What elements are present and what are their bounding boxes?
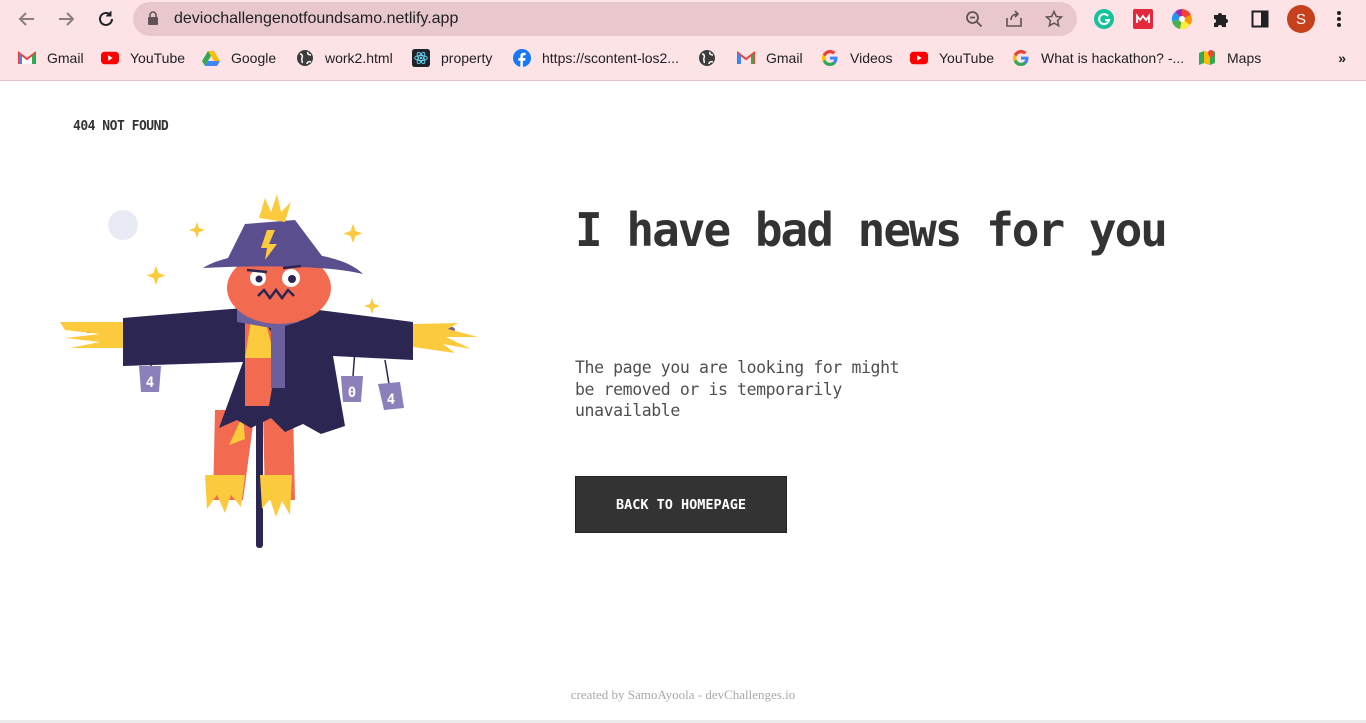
- google-icon: [1012, 49, 1029, 66]
- hanging-can-0: 0: [341, 349, 363, 402]
- side-panel-icon: [1251, 10, 1269, 28]
- bookmarks-bar: Gmail YouTube Google work2.html property…: [0, 38, 1366, 81]
- bookmark-google-drive[interactable]: Google: [202, 48, 276, 68]
- share-button[interactable]: [1004, 9, 1024, 29]
- can-label: 4: [387, 392, 395, 408]
- bookmark-label: What is hackathon? -...: [1041, 50, 1185, 66]
- arrow-left-icon: [18, 12, 34, 26]
- back-button[interactable]: [15, 7, 39, 31]
- brand-logo-text: 404 NOT FOUND: [73, 119, 169, 134]
- bookmark-label: work2.html: [325, 50, 393, 66]
- url-text: deviochallengenotfoundsamo.netlify.app: [174, 10, 459, 27]
- zoom-button[interactable]: [964, 9, 984, 29]
- bookmark-gmail-2[interactable]: Gmail: [737, 48, 803, 68]
- bookmark-label: property: [441, 50, 493, 66]
- mendeley-extension[interactable]: [1132, 8, 1154, 30]
- bookmark-maps[interactable]: Maps: [1198, 48, 1261, 68]
- mendeley-icon: [1133, 9, 1153, 29]
- page-headline: I have bad news for you: [575, 203, 1168, 257]
- can-label: 4: [146, 375, 154, 391]
- bookmark-label: Google: [231, 50, 277, 66]
- bookmark-label: YouTube: [130, 50, 186, 66]
- star-icon: [1045, 10, 1063, 28]
- bookmark-label: Maps: [1227, 50, 1262, 66]
- bookmark-gmail[interactable]: Gmail: [18, 48, 84, 68]
- grammarly-icon: [1094, 9, 1114, 29]
- bookmark-videos[interactable]: Videos: [821, 48, 893, 68]
- address-bar[interactable]: deviochallengenotfoundsamo.netlify.app: [133, 2, 1077, 36]
- bookmark-work2[interactable]: work2.html: [296, 48, 393, 68]
- can-label: 0: [348, 385, 356, 401]
- bookmark-globe[interactable]: [698, 48, 727, 68]
- browser-menu-button[interactable]: [1328, 8, 1350, 30]
- extensions-button[interactable]: [1210, 8, 1232, 30]
- lock-icon: [148, 11, 158, 25]
- puzzle-icon: [1214, 13, 1228, 27]
- react-icon: [412, 49, 430, 67]
- reload-button[interactable]: [94, 7, 118, 31]
- google-icon: [821, 49, 838, 66]
- share-icon: [1006, 10, 1022, 27]
- bookmark-label: Gmail: [47, 50, 84, 66]
- hanging-can-4b: 4: [378, 359, 404, 410]
- back-to-homepage-button[interactable]: BACK TO HOMEPAGE: [575, 476, 787, 533]
- bookmark-youtube[interactable]: YouTube: [101, 48, 185, 68]
- page-subtext: The page you are looking for might be re…: [575, 358, 900, 420]
- google-drive-icon: [202, 51, 220, 66]
- moon-shape: [108, 210, 138, 240]
- scarecrow-illustration: 4 0 4: [60, 194, 478, 548]
- reload-icon: [99, 11, 113, 26]
- maps-icon: [1199, 50, 1215, 65]
- bookmark-hackathon[interactable]: What is hackathon? -...: [1012, 48, 1184, 68]
- footer-credit: created by SamoAyoola - devChallenges.io: [570, 687, 796, 702]
- zoom-out-icon: [966, 11, 983, 28]
- forward-button[interactable]: [54, 7, 78, 31]
- gmail-icon: [737, 51, 755, 64]
- more-bookmarks-button[interactable]: »: [1338, 50, 1346, 66]
- facebook-icon: [513, 49, 531, 67]
- bookmark-label: Gmail: [766, 50, 803, 66]
- grammarly-extension[interactable]: [1093, 8, 1115, 30]
- youtube-icon: [910, 51, 928, 65]
- bookmark-property[interactable]: property: [412, 48, 492, 68]
- side-panel-button[interactable]: [1249, 8, 1271, 30]
- globe-icon: [699, 50, 715, 66]
- arrow-right-icon: [59, 12, 75, 26]
- color-picker-extension[interactable]: [1171, 8, 1193, 30]
- bookmark-label: Videos: [850, 50, 893, 66]
- bookmark-label: https://scontent-los2...: [542, 50, 679, 66]
- bookmark-label: YouTube: [939, 50, 995, 66]
- globe-icon: [297, 50, 313, 66]
- more-vertical-icon: [1337, 11, 1341, 27]
- profile-initial: S: [1295, 10, 1306, 28]
- color-wheel-icon: [1171, 9, 1192, 30]
- profile-avatar[interactable]: S: [1287, 5, 1315, 33]
- youtube-icon: [101, 51, 119, 65]
- bookmark-star-button[interactable]: [1044, 9, 1064, 29]
- browser-toolbar: deviochallengenotfoundsamo.netlify.app S: [0, 0, 1366, 38]
- bookmark-scontent[interactable]: https://scontent-los2...: [513, 48, 679, 68]
- bookmark-youtube-2[interactable]: YouTube: [910, 48, 994, 68]
- gmail-icon: [18, 51, 36, 64]
